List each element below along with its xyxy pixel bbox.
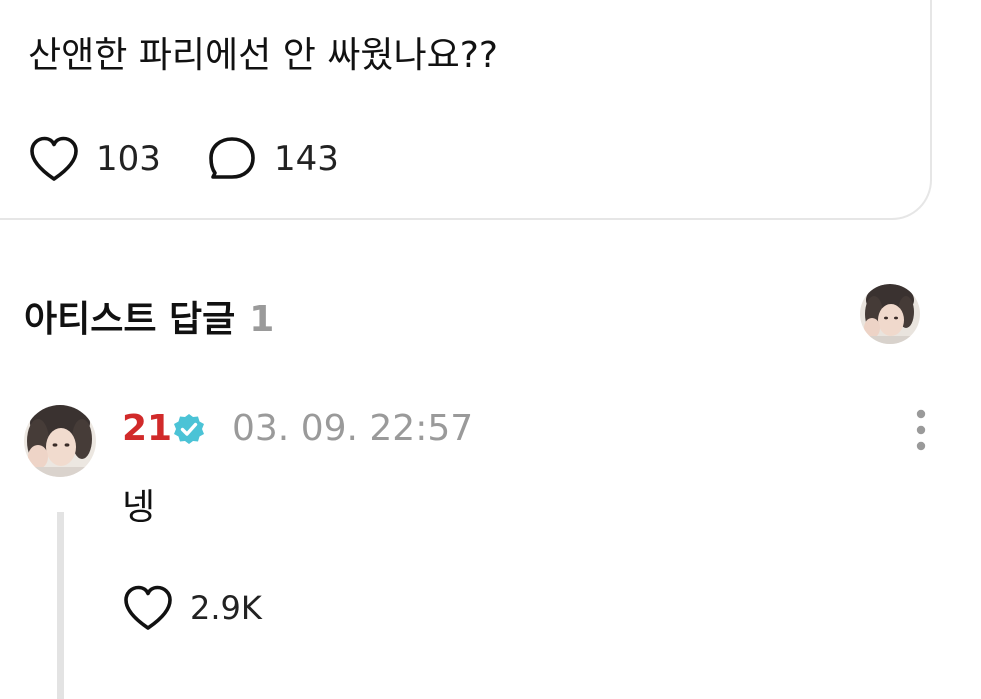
post-like-button[interactable]: 103 — [28, 134, 161, 184]
section-reply-count: 1 — [249, 299, 275, 340]
heart-icon — [124, 585, 172, 630]
reply-like-button[interactable]: 2.9K — [122, 582, 262, 634]
heart-icon — [30, 136, 78, 181]
avatar-image — [24, 405, 96, 477]
reply-timestamp: 03. 09. 22:57 — [232, 408, 474, 449]
post-card[interactable]: 산앤한 파리에선 안 싸웠나요?? 103 143 — [0, 0, 932, 220]
more-vertical-icon[interactable] — [908, 408, 934, 452]
artist-reply-section-title: 아티스트 답글 1 — [24, 290, 274, 342]
reply-like-count: 2.9K — [190, 589, 262, 627]
post-comment-button[interactable]: 143 — [206, 134, 339, 184]
reply-author-name[interactable]: 21 — [122, 408, 172, 449]
reply-author-avatar[interactable] — [24, 405, 96, 477]
artist-reply-screen: 산앤한 파리에선 안 싸웠나요?? 103 143 아티스트 답글 1 21 0… — [0, 0, 981, 699]
speech-bubble-icon — [209, 137, 255, 179]
thread-line — [57, 512, 64, 699]
verified-badge-icon — [174, 414, 204, 444]
avatar-image — [860, 284, 920, 344]
reply-text: 넹 — [122, 487, 156, 528]
my-avatar[interactable] — [860, 284, 920, 344]
post-text: 산앤한 파리에선 안 싸웠나요?? — [28, 35, 498, 76]
post-comment-count: 143 — [274, 139, 339, 179]
section-title-label: 아티스트 답글 — [24, 299, 236, 340]
post-like-count: 103 — [96, 139, 161, 179]
